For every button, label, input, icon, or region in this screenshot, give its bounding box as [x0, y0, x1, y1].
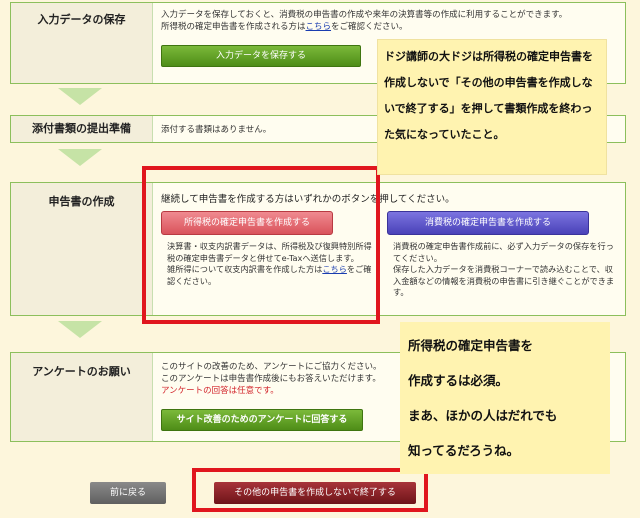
flow-arrow-3 [58, 321, 102, 338]
save-desc-1: 入力データを保存しておくと、消費税の申告書の作成や来年の決算書等の作成に利用する… [161, 10, 568, 20]
income-tax-highlight-box [142, 166, 380, 324]
save-desc-2: 所得税の確定申告書を作成される方はこちらをご確認ください。 [161, 21, 617, 33]
section-label-attach: 添付書類の提出準備 [11, 116, 153, 142]
section-label-create-text: 申告書の作成 [48, 195, 115, 208]
section-label-survey-text: アンケートのお願い [32, 365, 131, 378]
flow-arrow-2 [58, 149, 102, 166]
annotation-note-top: ドジ講師の大ドジは所得税の確定申告書を作成しないで「その他の申告書を作成しないで… [378, 40, 606, 174]
consumption-desc-1: 消費税の確定申告書作成前に、必ず入力データの保存を行ってください。 [393, 241, 614, 263]
annotation-note-bottom-line-4: 知ってるだろうね。 [408, 443, 520, 458]
annotation-note-bottom-line-3: まあ、ほかの人はだれでも [408, 408, 558, 423]
save-desc-2-post: をご確認ください。 [331, 22, 408, 32]
finish-button-highlight-box [192, 468, 428, 512]
section-label-create: 申告書の作成 [11, 183, 153, 315]
save-desc-2-pre: 所得税の確定申告書を作成される方は [161, 22, 306, 32]
annotation-note-bottom-line-1: 所得税の確定申告書を [408, 338, 534, 353]
survey-answer-button[interactable]: サイト改善のためのアンケートに回答する [161, 409, 363, 431]
flow-arrow-1 [58, 88, 102, 105]
section-label-survey: アンケートのお願い [11, 353, 153, 441]
annotation-note-bottom-line-2: 作成するは必須。 [408, 373, 509, 388]
section-body-save: 入力データを保存しておくと、消費税の申告書の作成や来年の決算書等の作成に利用する… [161, 9, 617, 33]
annotation-note-top-text: ドジ講師の大ドジは所得税の確定申告書を作成しないで「その他の申告書を作成しないで… [384, 50, 593, 141]
consumption-desc: 消費税の確定申告書作成前に、必ず入力データの保存を行ってください。 保存した入力… [393, 241, 615, 299]
annotation-note-bottom: 所得税の確定申告書を 作成するは必須。 まあ、ほかの人はだれでも 知ってるだろう… [400, 322, 610, 474]
create-consumption-tax-button[interactable]: 消費税の確定申告書を作成する [387, 211, 589, 235]
save-input-data-button[interactable]: 入力データを保存する [161, 45, 361, 67]
section-label-save: 入力データの保存 [11, 3, 153, 83]
consumption-desc-2: 保存した入力データを消費税コーナーで読み込むことで、収入金額などの情報を消費税の… [393, 264, 615, 297]
section-label-attach-text: 添付書類の提出準備 [32, 122, 131, 135]
save-info-link[interactable]: こちら [306, 22, 332, 32]
back-button[interactable]: 前に戻る [90, 482, 166, 504]
section-label-save-text: 入力データの保存 [37, 13, 126, 26]
